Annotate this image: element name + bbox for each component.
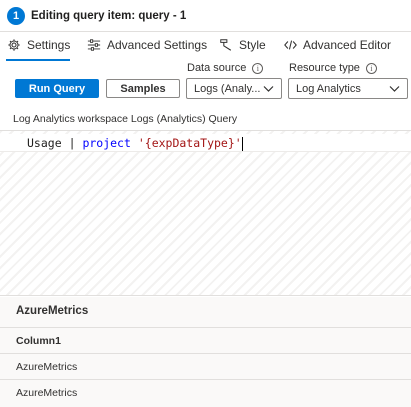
samples-button[interactable]: Samples — [106, 79, 180, 98]
panel-header: 1 Editing query item: query - 1 — [0, 0, 411, 32]
data-source-value: Logs (Analy... — [194, 82, 261, 95]
results-title: AzureMetrics — [16, 305, 89, 317]
code-icon — [282, 37, 298, 53]
info-icon[interactable]: i — [252, 62, 264, 74]
chevron-down-icon — [389, 84, 400, 96]
data-source-dropdown[interactable]: Logs (Analy... — [186, 78, 282, 99]
run-query-button[interactable]: Run Query — [15, 79, 99, 98]
code-string-token: '{expDataType}' — [137, 136, 242, 150]
table-header: Column1 — [0, 327, 411, 353]
chevron-down-icon — [263, 84, 274, 96]
results-panel: AzureMetrics Column1 AzureMetrics AzureM… — [0, 297, 411, 407]
resource-type-dropdown[interactable]: Log Analytics — [288, 78, 408, 99]
tab-advanced-settings[interactable]: Advanced Settings — [86, 32, 207, 58]
tab-advanced-editor[interactable]: Advanced Editor — [282, 32, 391, 58]
table-cell: AzureMetrics — [16, 360, 78, 373]
column-header: Column1 — [16, 334, 61, 347]
tab-style-label: Style — [239, 38, 266, 52]
table-row: AzureMetrics — [0, 353, 411, 379]
tab-settings-label: Settings — [27, 38, 71, 52]
tab-advanced-settings-label: Advanced Settings — [107, 38, 208, 52]
code-keyword-token: project — [82, 136, 131, 150]
query-editor[interactable]: Usage | project '{expDataType}' — [0, 130, 411, 296]
tab-advanced-editor-label: Advanced Editor — [303, 38, 392, 52]
code-line[interactable]: Usage | project '{expDataType}' — [0, 134, 411, 152]
resource-type-label: Resource type i — [289, 62, 377, 74]
step-badge: 1 — [7, 6, 25, 25]
code-pipe-token: | — [68, 136, 76, 150]
gear-icon — [6, 37, 22, 53]
resource-type-value: Log Analytics — [296, 82, 361, 95]
query-editor-label: Log Analytics workspace Logs (Analytics)… — [13, 113, 238, 125]
text-caret — [241, 136, 243, 151]
table-row: AzureMetrics — [0, 379, 411, 405]
info-icon[interactable]: i — [365, 62, 377, 74]
code-table-token: Usage — [27, 136, 62, 150]
panel-title: Editing query item: query - 1 — [31, 9, 187, 22]
table-cell: AzureMetrics — [16, 386, 78, 399]
tab-style[interactable]: Style — [218, 32, 266, 58]
tab-settings[interactable]: Settings — [6, 32, 71, 61]
sliders-icon — [86, 37, 102, 53]
brush-icon — [218, 37, 234, 53]
data-source-label: Data source i — [187, 62, 264, 74]
tab-bar: Settings Advanced Settings Style Advance… — [0, 32, 411, 61]
